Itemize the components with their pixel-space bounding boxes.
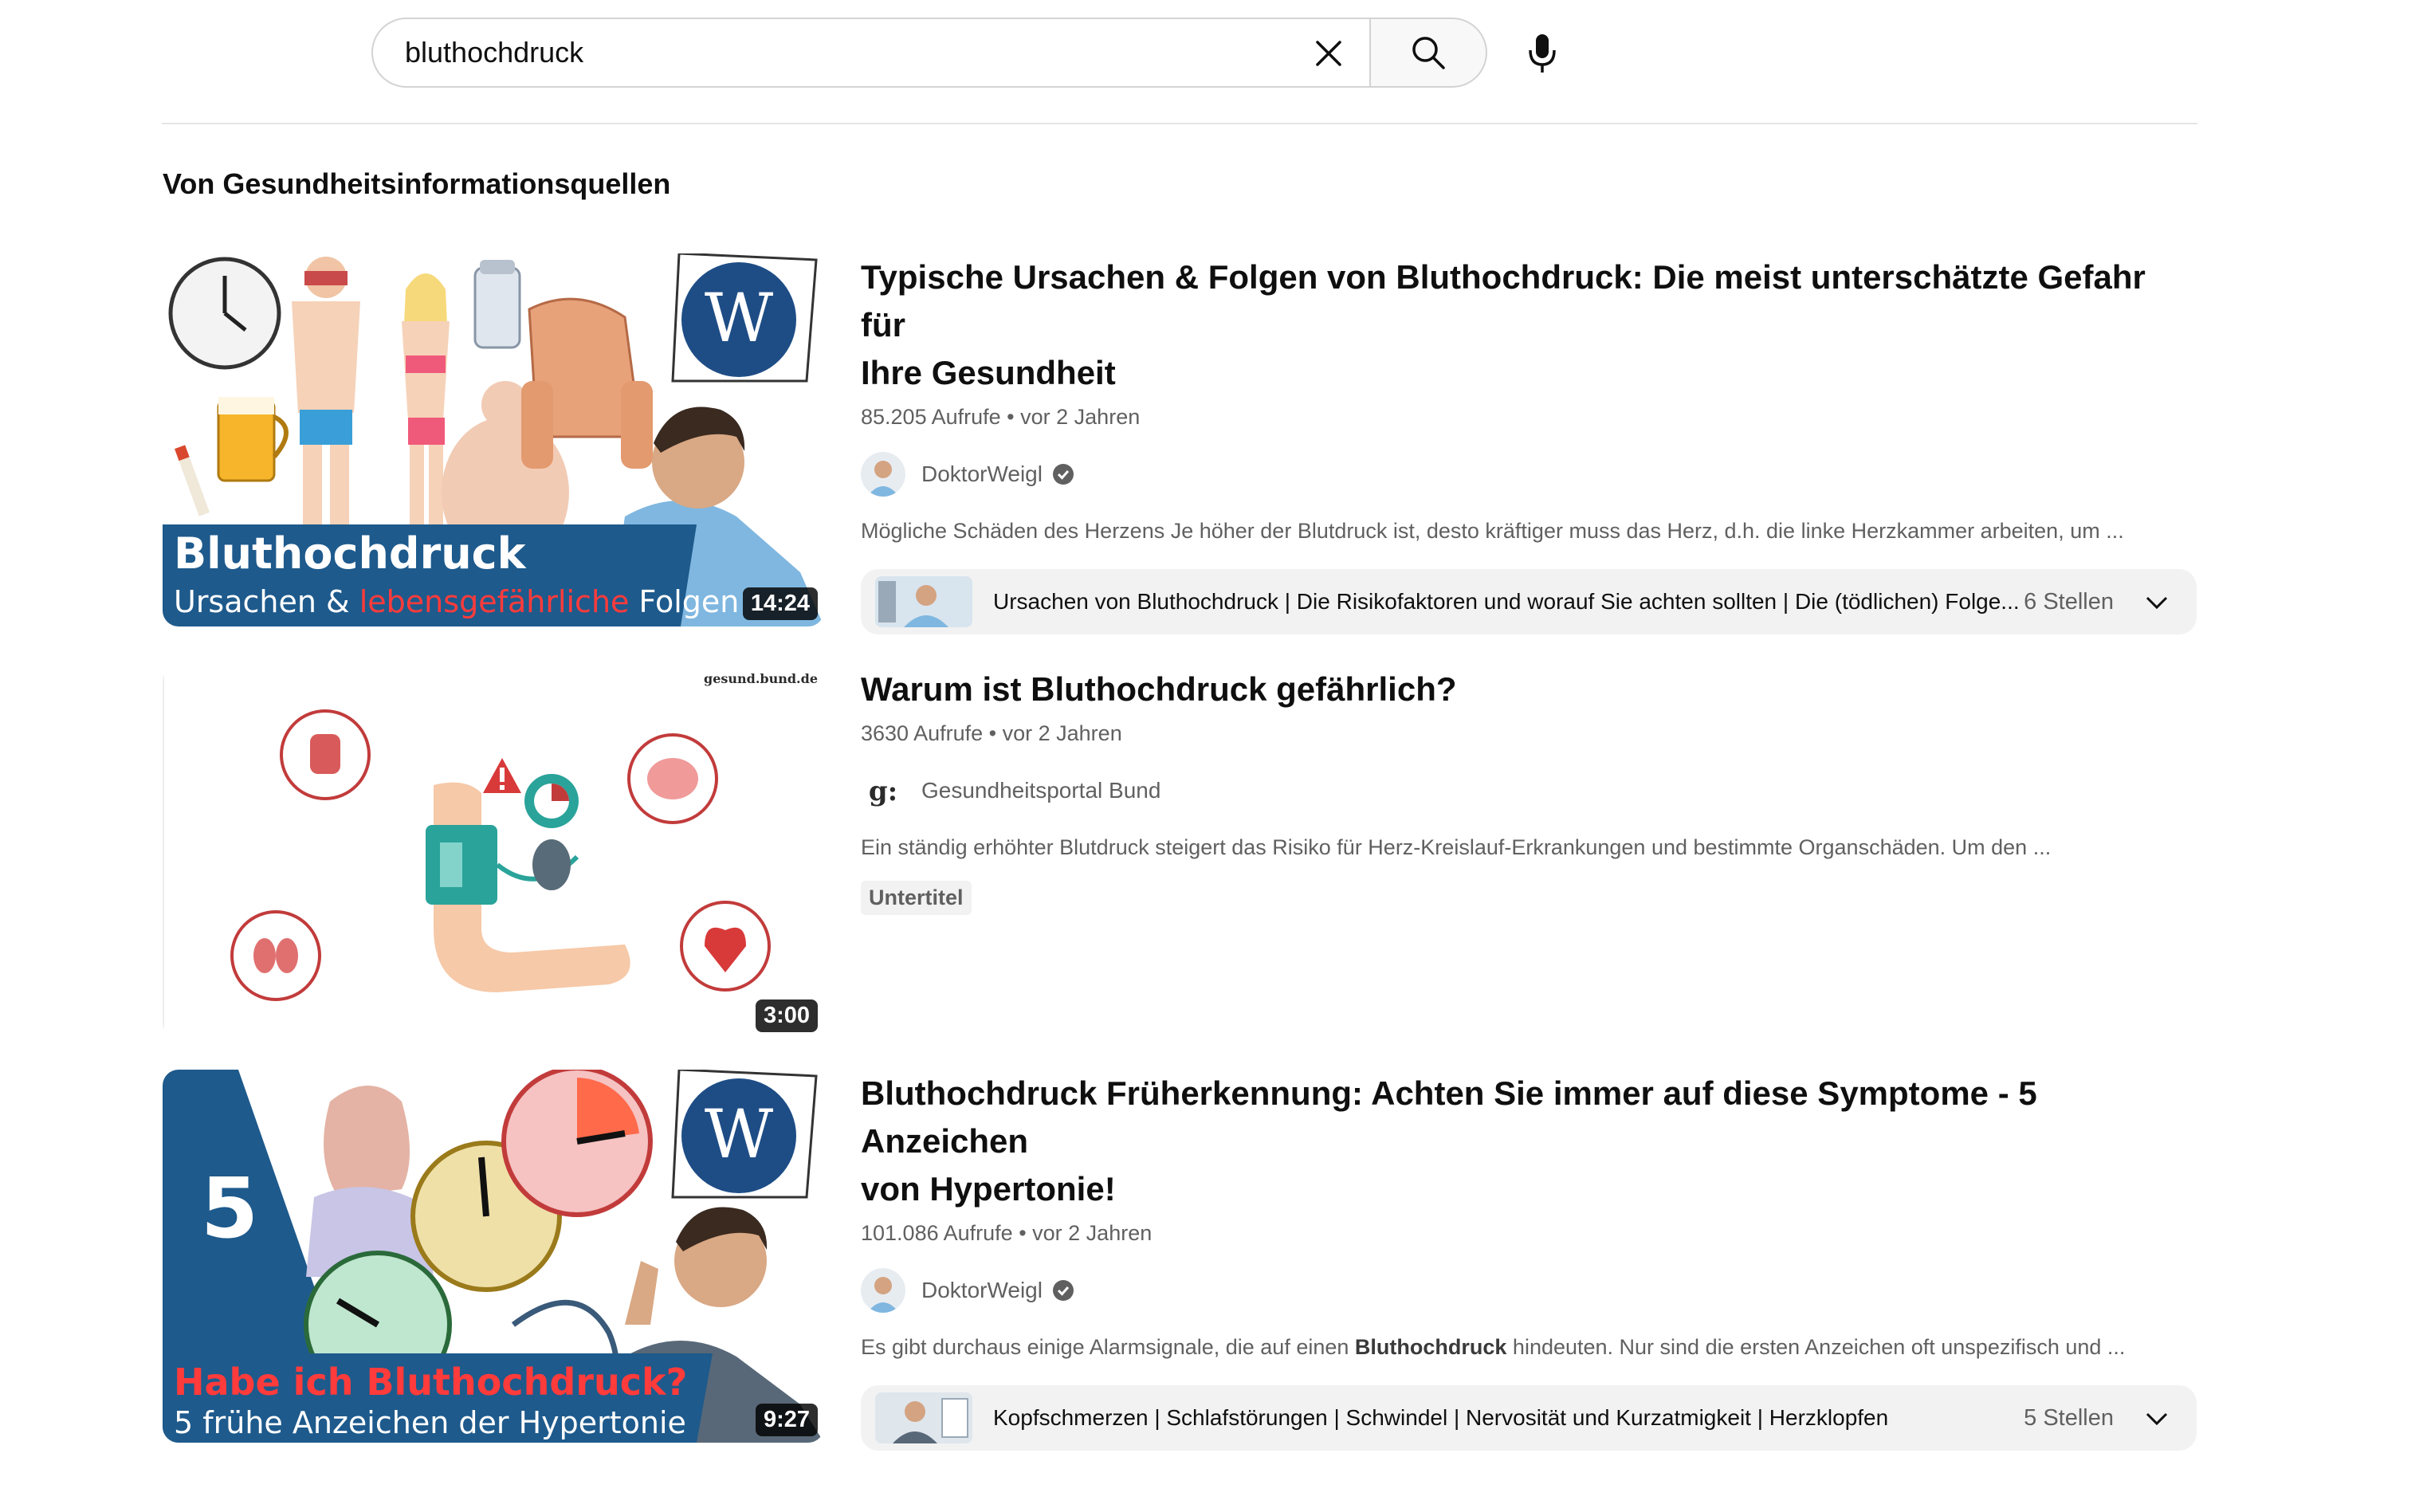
svg-text:g:: g:: [869, 776, 897, 807]
video-title[interactable]: Warum ist Bluthochdruck gefährlich?: [861, 666, 2197, 713]
channel-avatar: [861, 452, 905, 497]
video-info: Warum ist Bluthochdruck gefährlich? 3630…: [861, 666, 2197, 915]
chevron-down-icon[interactable]: [2141, 587, 2173, 619]
search-bar: [371, 16, 1487, 89]
video-meta: 101.086 Aufrufe • vor 2 Jahren: [861, 1221, 1153, 1245]
chapters-bar[interactable]: Ursachen von Bluthochdruck | Die Risikof…: [861, 569, 2197, 634]
view-count: 85.205 Aufrufe: [861, 405, 1001, 429]
header-divider: [162, 123, 2197, 124]
voice-search-button[interactable]: [1514, 26, 1570, 81]
channel-link[interactable]: DoktorWeigl: [861, 1268, 2197, 1313]
channel-name: Gesundheitsportal Bund: [921, 778, 1161, 803]
thumb-logo-letter: W: [705, 279, 774, 357]
thumb-watermark: gesund.bund.de: [704, 671, 818, 686]
upload-age: vor 2 Jahren: [1032, 1221, 1153, 1245]
subtitles-badge: Untertitel: [861, 881, 972, 915]
video-duration: 3:00: [755, 999, 818, 1032]
video-info: Typische Ursachen & Folgen von Bluthochd…: [861, 253, 2197, 634]
video-thumbnail[interactable]: gesund.bund.de 3:00: [163, 666, 824, 1039]
section-title: Von Gesundheitsinformationsquellen: [163, 167, 671, 200]
upload-age: vor 2 Jahren: [1002, 721, 1122, 745]
chapter-titles: Kopfschmerzen | Schlafstörungen | Schwin…: [993, 1405, 1889, 1430]
video-thumbnail[interactable]: 5 W Habe ich Bluthochdruck? 5 frühe Anze…: [163, 1070, 824, 1443]
video-info: Bluthochdruck Früherkennung: Achten Sie …: [861, 1070, 2197, 1451]
chapter-count: 5 Stellen: [2024, 1404, 2114, 1431]
chapter-titles: Ursachen von Bluthochdruck | Die Risikof…: [993, 589, 2020, 614]
thumb-headline: Habe ich Bluthochdruck?: [174, 1361, 687, 1404]
chapter-thumbnail: [875, 1392, 972, 1443]
video-description: Ein ständig erhöhter Blutdruck steigert …: [861, 835, 2052, 859]
search-input[interactable]: [403, 35, 1267, 70]
thumb-headline: Bluthochdruck: [174, 528, 527, 579]
video-meta: 3630 Aufrufe • vor 2 Jahren: [861, 721, 1122, 745]
video-title[interactable]: Typische Ursachen & Folgen von Bluthochd…: [861, 253, 2197, 397]
search-icon: [1412, 37, 1445, 69]
channel-avatar: g:: [861, 768, 905, 813]
chevron-down-icon[interactable]: [2141, 1403, 2173, 1435]
chapter-thumbnail: [875, 576, 972, 627]
thumb-subline: 5 frühe Anzeichen der Hypertonie: [174, 1405, 686, 1440]
thumbnail-illustration: gesund.bund.de: [163, 666, 824, 1039]
channel-avatar: [861, 1268, 905, 1313]
video-title[interactable]: Bluthochdruck Früherkennung: Achten Sie …: [861, 1070, 2197, 1213]
channel-link[interactable]: g: Gesundheitsportal Bund: [861, 768, 2197, 813]
video-description: Mögliche Schäden des Herzens Je höher de…: [861, 519, 2124, 543]
video-description: Es gibt durchaus einige Alarmsignale, di…: [861, 1335, 2126, 1359]
thumbnail-illustration: W Bluthochdruck Ursachen & lebensgefährl…: [163, 253, 824, 626]
close-icon[interactable]: [1310, 35, 1347, 72]
thumbnail-illustration: 5 W Habe ich Bluthochdruck? 5 frühe Anze…: [163, 1070, 824, 1443]
highlighted-term: Bluthochdruck: [1354, 1335, 1507, 1359]
microphone-icon: [1529, 34, 1556, 73]
thumb-logo-letter: W: [705, 1095, 774, 1173]
thumb-subline: Ursachen & lebensgefährliche Folgen: [174, 584, 739, 619]
view-count: 101.086 Aufrufe: [861, 1221, 1013, 1245]
channel-name: DoktorWeigl: [921, 461, 1043, 486]
video-duration: 9:27: [755, 1404, 818, 1436]
chapters-bar[interactable]: Kopfschmerzen | Schlafstörungen | Schwin…: [861, 1385, 2197, 1451]
verified-badge-icon: [1052, 1280, 1074, 1301]
video-duration: 14:24: [742, 587, 818, 620]
video-meta: 85.205 Aufrufe • vor 2 Jahren: [861, 405, 1141, 429]
upload-age: vor 2 Jahren: [1020, 405, 1141, 429]
channel-name: DoktorWeigl: [921, 1278, 1043, 1302]
video-thumbnail[interactable]: W Bluthochdruck Ursachen & lebensgefährl…: [163, 253, 824, 626]
search-button[interactable]: [1369, 18, 1487, 88]
channel-link[interactable]: DoktorWeigl: [861, 452, 2197, 497]
chapter-count: 6 Stellen: [2024, 588, 2114, 615]
thumb-number: 5: [201, 1160, 258, 1257]
view-count: 3630 Aufrufe: [861, 721, 984, 745]
search-field[interactable]: [371, 18, 1369, 88]
verified-badge-icon: [1052, 464, 1074, 485]
